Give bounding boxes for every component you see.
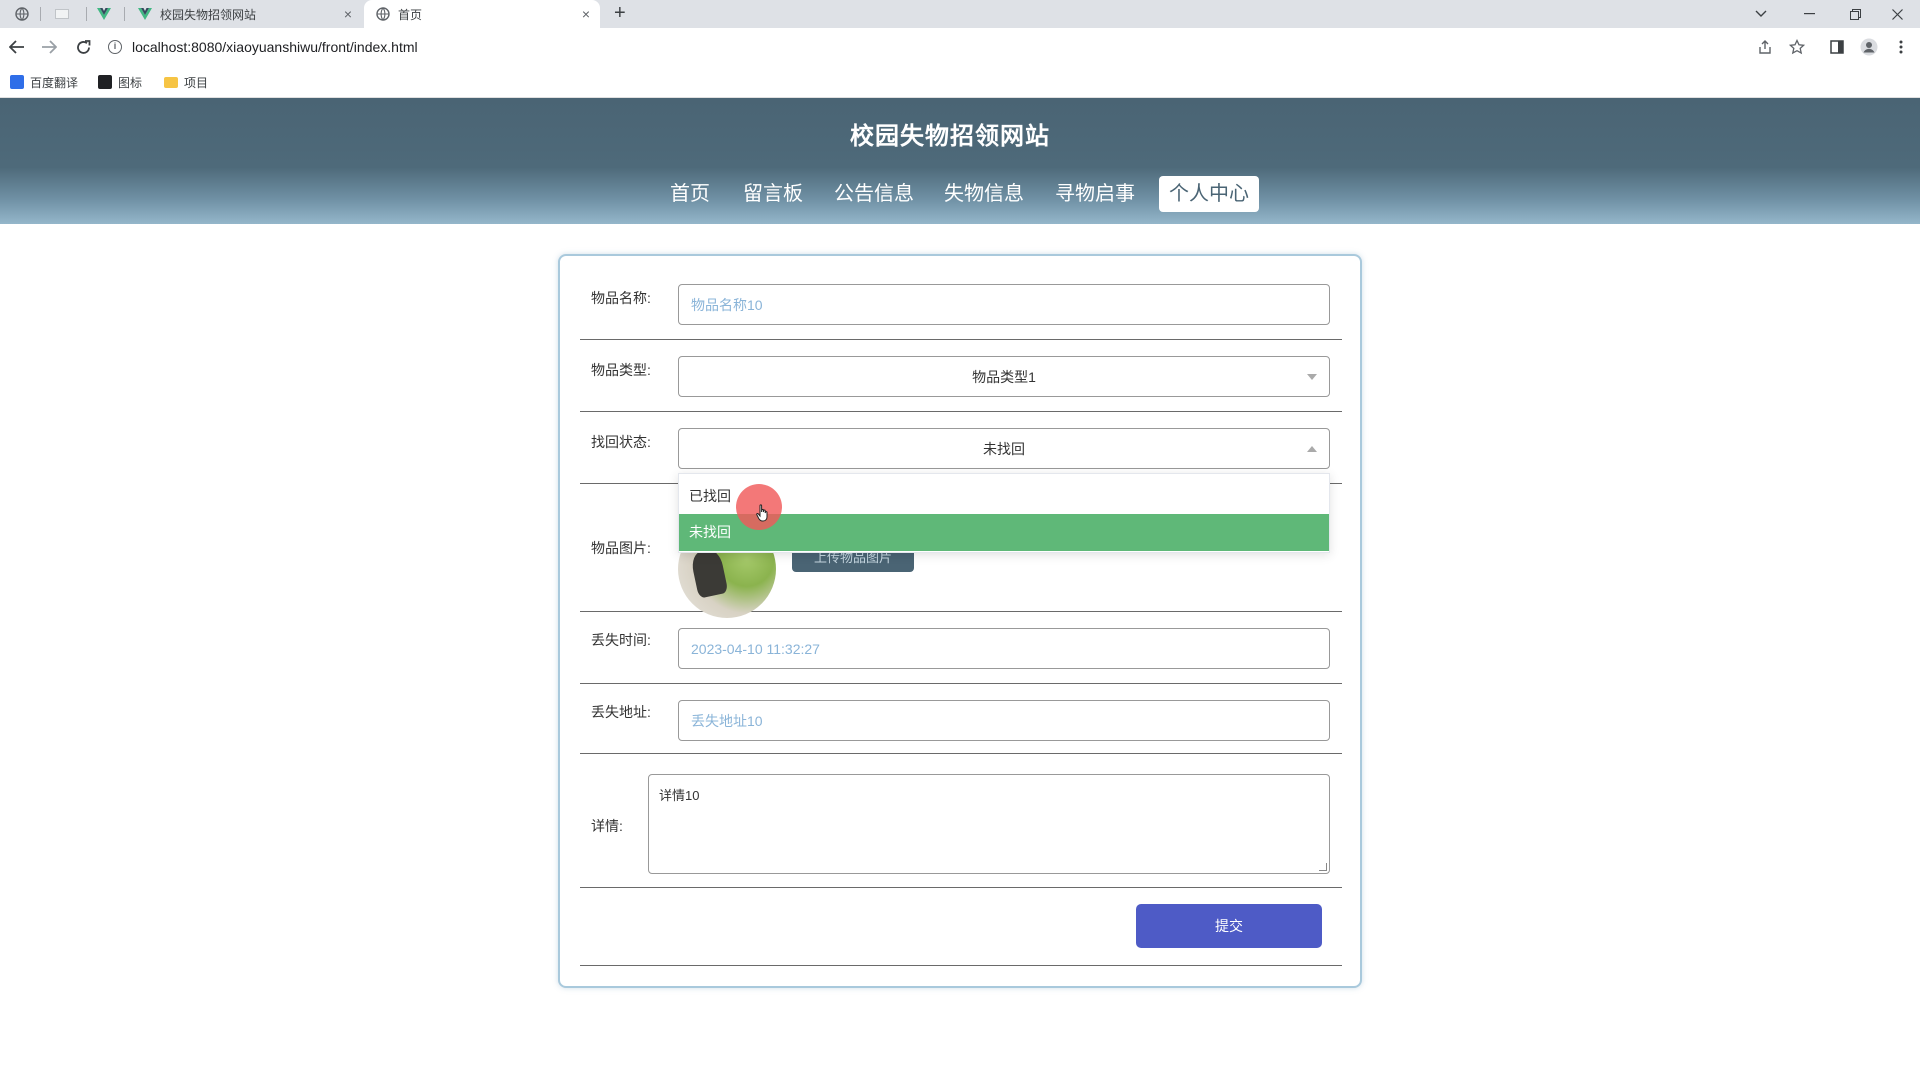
reload-icon[interactable] — [72, 36, 94, 58]
restore-icon[interactable] — [1832, 0, 1878, 28]
close-icon[interactable]: × — [582, 6, 590, 22]
globe-icon — [15, 7, 29, 21]
address-bar: i localhost:8080/xiaoyuanshiwu/front/ind… — [0, 28, 1920, 66]
field-label: 丢失地址: — [591, 704, 651, 720]
kebab-menu-icon[interactable] — [1892, 38, 1910, 56]
icon-folder-icon — [98, 75, 112, 89]
textarea-value: 详情10 — [659, 788, 700, 803]
field-label: 物品图片: — [591, 540, 651, 556]
tab-title: 校园失物招领网站 — [160, 7, 257, 22]
pinned-tab-globe[interactable] — [8, 0, 36, 28]
bookmark-star-icon[interactable] — [1788, 38, 1806, 56]
bookmark-projects[interactable]: 项目 — [164, 74, 208, 90]
submit-button[interactable]: 提交 — [1136, 904, 1322, 948]
field-label: 详情: — [591, 818, 623, 834]
tab-divider — [124, 7, 125, 21]
url-text: localhost:8080/xiaoyuanshiwu/front/index… — [132, 39, 418, 55]
nav-personal-center[interactable]: 个人中心 — [1159, 176, 1259, 212]
back-arrow-icon[interactable] — [6, 36, 28, 58]
field-label: 丢失时间: — [591, 632, 651, 648]
item-type-select[interactable]: 物品类型1 — [678, 356, 1330, 397]
lost-address-input[interactable]: 丢失地址10 — [678, 700, 1330, 741]
chevron-up-icon — [1307, 446, 1317, 452]
form-row-name: 物品名称: 物品名称10 — [580, 270, 1342, 340]
vue-logo-icon — [138, 8, 152, 20]
minimize-icon[interactable] — [1786, 0, 1832, 28]
tab-divider — [40, 7, 41, 21]
side-panel-icon[interactable] — [1828, 38, 1846, 56]
hand-cursor-icon — [756, 504, 770, 527]
new-tab-icon[interactable]: + — [614, 2, 626, 25]
field-label: 找回状态: — [591, 434, 651, 450]
share-icon[interactable] — [1756, 38, 1774, 56]
url-field[interactable]: i localhost:8080/xiaoyuanshiwu/front/ind… — [108, 34, 1808, 60]
bookmark-label: 图标 — [118, 75, 143, 90]
bookmark-label: 百度翻译 — [30, 75, 79, 90]
site-info-icon[interactable]: i — [108, 40, 122, 54]
details-textarea[interactable]: 详情10 — [648, 774, 1330, 874]
main-nav: 首页 留言板 公告信息 失物信息 寻物启事 个人中心 — [0, 176, 1920, 212]
browser-tab-strip: 校园失物招领网站 × 首页 × + — [0, 0, 1920, 28]
field-label: 物品类型: — [591, 362, 651, 378]
tab-divider — [86, 7, 87, 21]
nav-message-board[interactable]: 留言板 — [743, 176, 803, 212]
site-title: 校园失物招领网站 — [850, 123, 1050, 150]
form-row-type: 物品类型: 物品类型1 — [580, 340, 1342, 412]
globe-icon — [376, 7, 390, 21]
item-edit-form: 物品名称: 物品名称10 物品类型: 物品类型1 找回状态: 未找回 物品图片:… — [558, 254, 1362, 988]
folder-icon — [164, 76, 178, 88]
field-label: 物品名称: — [591, 290, 651, 306]
form-row-lost-time: 丢失时间: 2023-04-10 11:32:27 — [580, 612, 1342, 684]
bookmark-label: 项目 — [184, 75, 209, 90]
forward-arrow-icon[interactable] — [38, 36, 60, 58]
select-value: 物品类型1 — [972, 368, 1036, 385]
bookmark-baidu-translate[interactable]: 百度翻译 — [10, 74, 78, 90]
profile-avatar-icon[interactable] — [1860, 38, 1878, 56]
window-close-icon[interactable] — [1874, 0, 1920, 28]
tab-home[interactable]: 首页 × — [364, 0, 600, 28]
site-header: 校园失物招领网站 首页 留言板 公告信息 失物信息 寻物启事 个人中心 — [0, 98, 1920, 224]
page-icon — [55, 9, 69, 19]
close-icon[interactable]: × — [344, 6, 352, 22]
tab-search-icon[interactable] — [1738, 0, 1784, 28]
translate-icon — [10, 75, 24, 89]
lost-time-input[interactable]: 2023-04-10 11:32:27 — [678, 628, 1330, 669]
select-value: 未找回 — [983, 440, 1025, 457]
tab-campus-lost-found[interactable]: 校园失物招领网站 × — [126, 0, 362, 28]
nav-search-notices[interactable]: 寻物启事 — [1055, 176, 1135, 212]
tab-title: 首页 — [398, 7, 423, 22]
bookmark-icons[interactable]: 图标 — [98, 74, 142, 90]
form-row-lost-address: 丢失地址: 丢失地址10 — [580, 684, 1342, 754]
recovery-status-select[interactable]: 未找回 — [678, 428, 1330, 469]
pinned-tab-blank[interactable] — [48, 0, 76, 28]
nav-lost-items[interactable]: 失物信息 — [944, 176, 1024, 212]
chevron-down-icon — [1307, 374, 1317, 380]
pinned-tab-vue[interactable] — [90, 0, 118, 28]
bookmarks-bar: 百度翻译 图标 项目 — [0, 66, 1920, 98]
vue-logo-icon — [97, 8, 111, 20]
nav-home[interactable]: 首页 — [670, 176, 710, 212]
form-row-details: 详情: 详情10 — [580, 754, 1342, 888]
item-name-input[interactable]: 物品名称10 — [678, 284, 1330, 325]
nav-announcements[interactable]: 公告信息 — [834, 176, 914, 212]
resize-handle-icon[interactable] — [1319, 863, 1327, 871]
